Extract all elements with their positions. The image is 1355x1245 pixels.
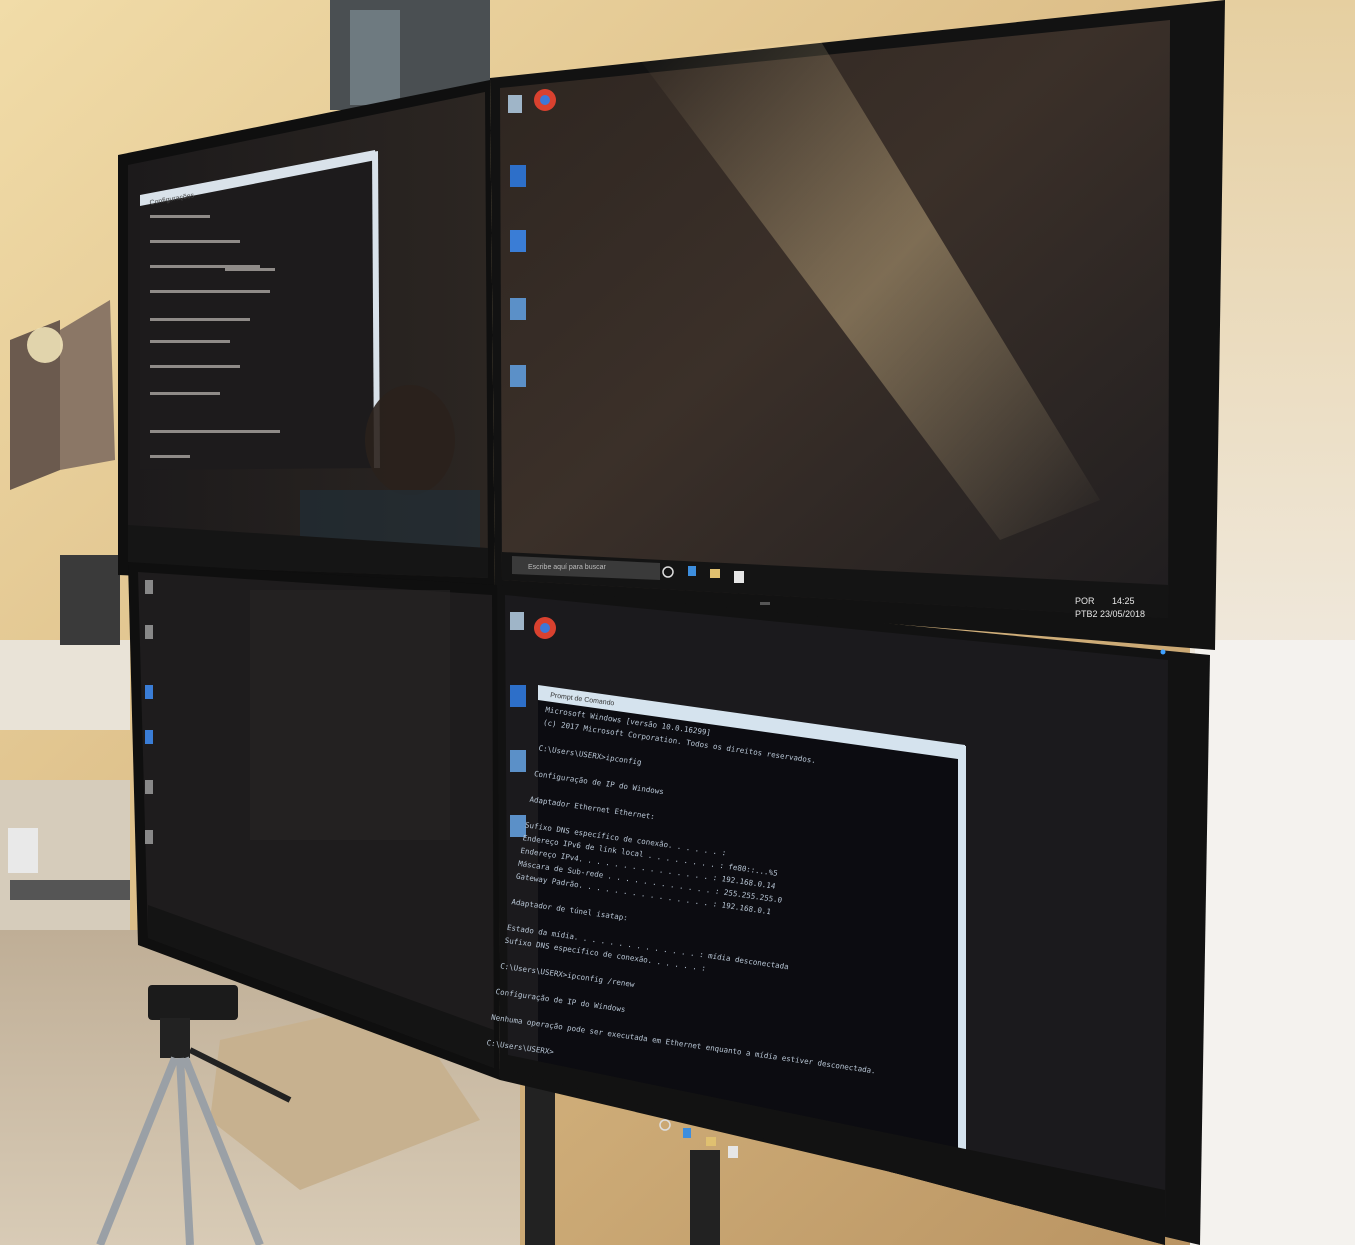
taskbar-lang: POR: [1075, 596, 1095, 606]
monitor-top-left: [118, 80, 495, 590]
stand-leg: [525, 1080, 555, 1245]
background-window-pane: [350, 10, 400, 105]
taskbar-search-placeholder: Escribe aquí para buscar: [528, 564, 606, 571]
photo-video-wall-scene: POR PTB2 14:25 23/05/2018 Escribe aquí p…: [0, 0, 1355, 1245]
right-lower-wall: [1195, 640, 1355, 1245]
power-led: [1160, 649, 1166, 655]
background-lamp: [27, 327, 63, 363]
scene-svg: POR PTB2 14:25 23/05/2018 Escribe aquí p…: [0, 0, 1355, 1245]
background-monitor: [60, 555, 120, 645]
background-banner: [60, 300, 115, 470]
monitor-top-right: [490, 0, 1225, 650]
stand-leg: [690, 1150, 720, 1245]
keyboard: [10, 880, 130, 900]
taskbar-date: 23/05/2018: [1100, 609, 1145, 619]
taskbar-lang-sub: PTB2: [1075, 609, 1098, 619]
background-table: [0, 640, 130, 730]
background-box: [8, 828, 38, 873]
taskbar-time: 14:25: [1112, 596, 1135, 606]
